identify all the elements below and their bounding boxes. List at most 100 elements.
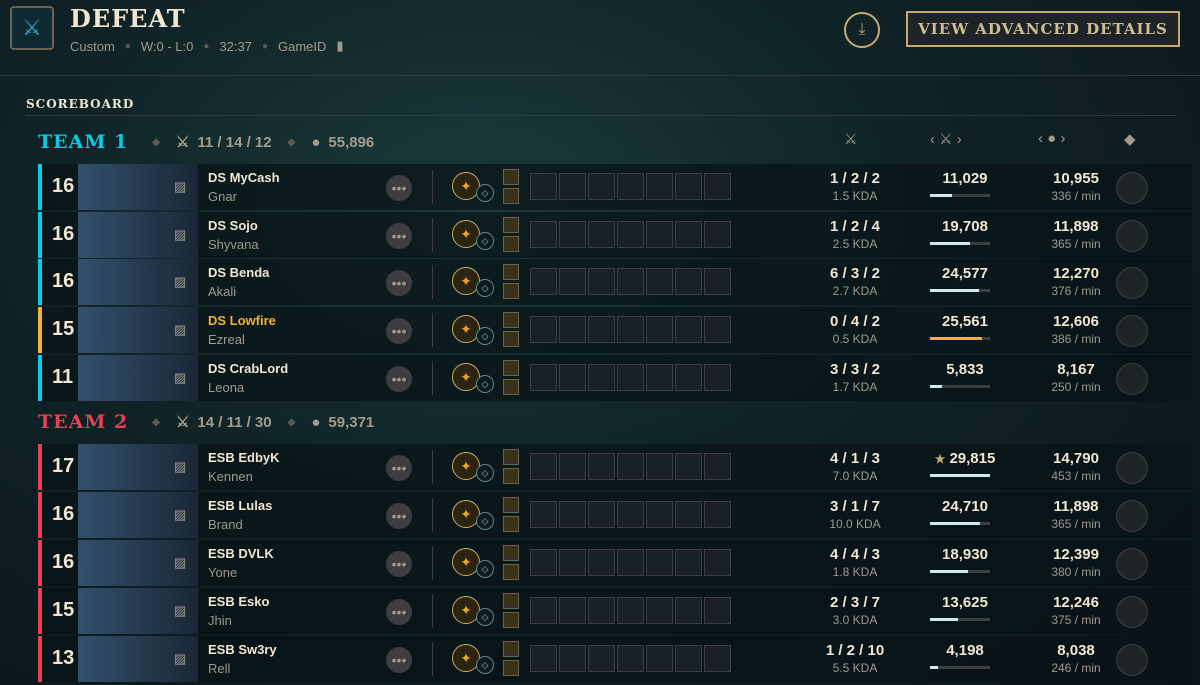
gold-column-selector[interactable]: ‹ ● › [1038, 130, 1065, 147]
item-slot[interactable] [530, 501, 557, 528]
item-slot[interactable] [675, 501, 702, 528]
item-slot[interactable] [675, 453, 702, 480]
item-slot[interactable] [530, 549, 557, 576]
item-slot[interactable] [704, 645, 731, 672]
item-slot[interactable] [646, 316, 673, 343]
mute-icon[interactable]: ▨ [174, 459, 186, 475]
item-slot[interactable] [704, 221, 731, 248]
player-row[interactable]: 13 ▨ ESB Sw3ry Rell ••• ✦ ◇ 1 / 2 / 10 5… [38, 636, 1192, 682]
mute-icon[interactable]: ▨ [174, 603, 186, 619]
more-options-button[interactable]: ••• [386, 175, 412, 201]
item-slot[interactable] [617, 221, 644, 248]
item-slot[interactable] [646, 549, 673, 576]
item-slot[interactable] [646, 221, 673, 248]
item-slot[interactable] [617, 549, 644, 576]
item-slot[interactable] [559, 453, 586, 480]
item-slot[interactable] [646, 173, 673, 200]
honor-button[interactable] [1116, 500, 1148, 532]
honor-button[interactable] [1116, 363, 1148, 395]
item-slot[interactable] [530, 645, 557, 672]
mute-icon[interactable]: ▨ [174, 322, 186, 338]
mute-icon[interactable]: ▨ [174, 179, 186, 195]
item-slot[interactable] [530, 173, 557, 200]
item-slot[interactable] [704, 453, 731, 480]
item-slot[interactable] [530, 364, 557, 391]
item-slot[interactable] [559, 268, 586, 295]
player-row[interactable]: 16 ▨ DS Benda Akali ••• ✦ ◇ 6 / 3 / 2 2.… [38, 259, 1192, 305]
item-slot[interactable] [675, 645, 702, 672]
player-row[interactable]: 16 ▨ DS Sojo Shyvana ••• ✦ ◇ 1 / 2 / 4 2… [38, 212, 1192, 258]
item-slot[interactable] [646, 364, 673, 391]
item-slot[interactable] [704, 364, 731, 391]
item-slot[interactable] [559, 316, 586, 343]
item-slot[interactable] [617, 501, 644, 528]
item-slot[interactable] [646, 268, 673, 295]
item-slot[interactable] [530, 597, 557, 624]
player-name[interactable]: DS Benda [208, 265, 269, 280]
item-slot[interactable] [617, 316, 644, 343]
item-slot[interactable] [675, 549, 702, 576]
mute-icon[interactable]: ▨ [174, 651, 186, 667]
more-options-button[interactable]: ••• [386, 223, 412, 249]
item-slot[interactable] [617, 597, 644, 624]
honor-button[interactable] [1116, 315, 1148, 347]
item-slot[interactable] [588, 173, 615, 200]
more-options-button[interactable]: ••• [386, 455, 412, 481]
item-slot[interactable] [704, 316, 731, 343]
item-slot[interactable] [588, 453, 615, 480]
item-slot[interactable] [559, 173, 586, 200]
more-options-button[interactable]: ••• [386, 270, 412, 296]
honor-button[interactable] [1116, 172, 1148, 204]
player-row[interactable]: 17 ▨ ESB EdbyK Kennen ••• ✦ ◇ 4 / 1 / 3 … [38, 444, 1192, 490]
item-slot[interactable] [559, 549, 586, 576]
player-name[interactable]: DS Lowfire [208, 313, 276, 328]
item-slot[interactable] [675, 597, 702, 624]
item-slot[interactable] [675, 173, 702, 200]
item-slot[interactable] [530, 453, 557, 480]
item-slot[interactable] [530, 221, 557, 248]
item-slot[interactable] [588, 364, 615, 391]
item-slot[interactable] [646, 645, 673, 672]
item-slot[interactable] [588, 221, 615, 248]
item-slot[interactable] [675, 268, 702, 295]
copy-icon[interactable]: ▮ [336, 38, 343, 54]
player-name[interactable]: ESB Lulas [208, 498, 272, 513]
item-slot[interactable] [675, 364, 702, 391]
player-row[interactable]: 11 ▨ DS CrabLord Leona ••• ✦ ◇ 3 / 3 / 2… [38, 355, 1192, 401]
item-slot[interactable] [559, 597, 586, 624]
item-slot[interactable] [617, 268, 644, 295]
mute-icon[interactable]: ▨ [174, 507, 186, 523]
mute-icon[interactable]: ▨ [174, 274, 186, 290]
item-slot[interactable] [704, 549, 731, 576]
scoreboard-tab[interactable]: SCOREBOARD [26, 97, 134, 111]
player-row[interactable]: 16 ▨ ESB DVLK Yone ••• ✦ ◇ 4 / 4 / 3 1.8… [38, 540, 1192, 586]
more-options-button[interactable]: ••• [386, 318, 412, 344]
honor-button[interactable] [1116, 220, 1148, 252]
more-options-button[interactable]: ••• [386, 366, 412, 392]
item-slot[interactable] [559, 645, 586, 672]
item-slot[interactable] [588, 645, 615, 672]
download-button[interactable]: ⤓ [844, 12, 880, 48]
player-name[interactable]: ESB Sw3ry [208, 642, 277, 657]
item-slot[interactable] [530, 268, 557, 295]
player-name[interactable]: DS Sojo [208, 218, 258, 233]
more-options-button[interactable]: ••• [386, 503, 412, 529]
honor-button[interactable] [1116, 644, 1148, 676]
item-slot[interactable] [559, 364, 586, 391]
item-slot[interactable] [617, 645, 644, 672]
item-slot[interactable] [646, 501, 673, 528]
honor-button[interactable] [1116, 548, 1148, 580]
mute-icon[interactable]: ▨ [174, 370, 186, 386]
item-slot[interactable] [646, 597, 673, 624]
player-name[interactable]: ESB EdbyK [208, 450, 280, 465]
item-slot[interactable] [588, 597, 615, 624]
item-slot[interactable] [588, 316, 615, 343]
more-options-button[interactable]: ••• [386, 599, 412, 625]
item-slot[interactable] [704, 268, 731, 295]
honor-button[interactable] [1116, 267, 1148, 299]
item-slot[interactable] [704, 501, 731, 528]
player-name[interactable]: ESB Esko [208, 594, 269, 609]
item-slot[interactable] [675, 221, 702, 248]
player-name[interactable]: DS MyCash [208, 170, 280, 185]
player-row[interactable]: 15 ▨ DS Lowfire Ezreal ••• ✦ ◇ 0 / 4 / 2… [38, 307, 1192, 353]
